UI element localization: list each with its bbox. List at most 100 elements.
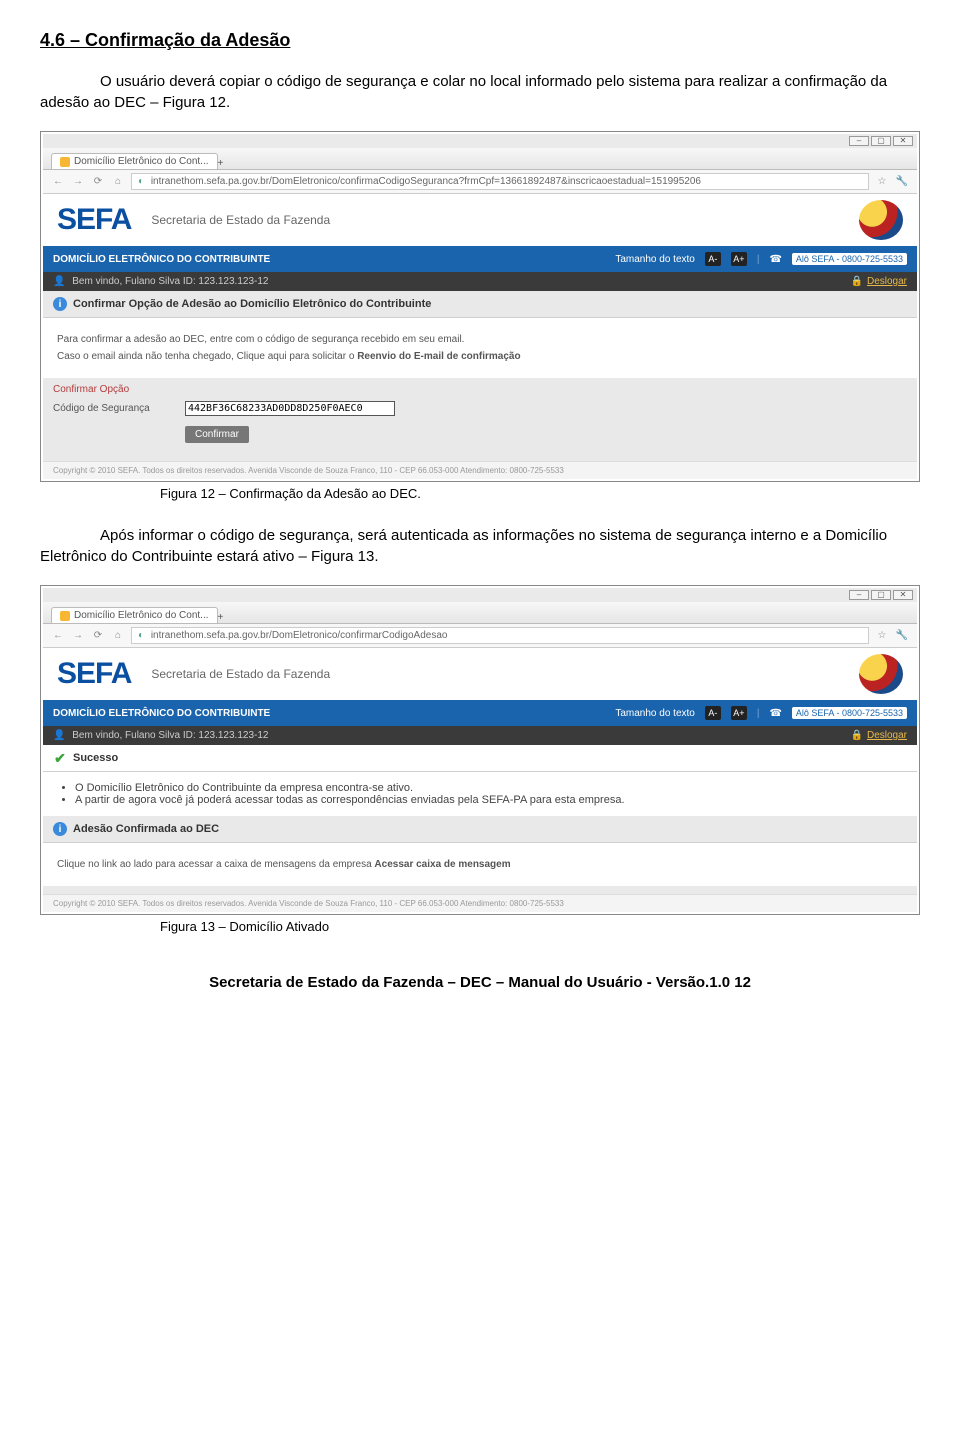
screenshot-figure-13: – ▢ ✕ Domicílio Eletrônico do Cont... + … — [40, 585, 920, 915]
favicon-icon — [60, 157, 70, 167]
blue-bar-title: DOMICÍLIO ELETRÔNICO DO CONTRIBUINTE — [53, 254, 270, 265]
forward-icon[interactable]: → — [71, 175, 85, 189]
url-bar: ← → ⟳ ⌂ ◐ intranethom.sefa.pa.gov.br/Dom… — [43, 624, 917, 648]
adesao-panel-title: Adesão Confirmada ao DEC — [73, 823, 219, 835]
logout-link[interactable]: Deslogar — [867, 276, 907, 287]
info-icon: i — [53, 822, 67, 836]
star-icon[interactable]: ☆ — [875, 175, 889, 189]
alo-sefa-label: Alô SEFA - 0800-725-5533 — [792, 253, 907, 265]
success-header: ✔ Sucesso — [43, 745, 917, 772]
blue-bar-title: DOMICÍLIO ELETRÔNICO DO CONTRIBUINTE — [53, 708, 270, 719]
home-icon[interactable]: ⌂ — [111, 175, 125, 189]
minimize-icon[interactable]: – — [849, 136, 869, 146]
check-icon: ✔ — [53, 751, 67, 765]
security-code-label: Código de Segurança — [53, 403, 173, 414]
figure-13-caption: Figura 13 – Domicílio Ativado — [160, 919, 920, 934]
adesao-panel-header: i Adesão Confirmada ao DEC — [43, 816, 917, 843]
text-larger-button[interactable]: A+ — [731, 706, 747, 720]
success-bullet-1: O Domicílio Eletrônico do Contribuinte d… — [75, 782, 903, 794]
footer-copyright: Copyright © 2010 SEFA. Todos os direitos… — [43, 894, 917, 912]
confirm-panel: i Confirmar Opção de Adesão ao Domicílio… — [43, 291, 917, 461]
success-panel: ✔ Sucesso O Domicílio Eletrônico do Cont… — [43, 745, 917, 894]
adesao-text: Clique no link ao lado para acessar a ca… — [57, 859, 903, 870]
heading-4-6: 4.6 – Confirmação da Adesão — [40, 30, 920, 51]
url-text: intranethom.sefa.pa.gov.br/DomEletronico… — [151, 176, 701, 187]
blue-nav-bar: DOMICÍLIO ELETRÔNICO DO CONTRIBUINTE Tam… — [43, 246, 917, 272]
browser-tab[interactable]: Domicílio Eletrônico do Cont... — [51, 607, 218, 623]
sefa-subtitle: Secretaria de Estado da Fazenda — [151, 667, 859, 681]
close-icon[interactable]: ✕ — [893, 590, 913, 600]
success-body: O Domicílio Eletrônico do Contribuinte d… — [43, 772, 917, 816]
welcome-text: Bem vindo, Fulano Silva ID: 123.123.123-… — [72, 730, 268, 741]
back-icon[interactable]: ← — [51, 629, 65, 643]
welcome-text: Bem vindo, Fulano Silva ID: 123.123.123-… — [72, 276, 268, 287]
text-smaller-button[interactable]: A- — [705, 252, 721, 266]
tab-title: Domicílio Eletrônico do Cont... — [74, 156, 209, 167]
confirm-button[interactable]: Confirmar — [185, 426, 249, 443]
text-smaller-button[interactable]: A- — [705, 706, 721, 720]
footer-copyright: Copyright © 2010 SEFA. Todos os direitos… — [43, 461, 917, 479]
lock-icon: 🔒 — [851, 276, 863, 287]
url-bar: ← → ⟳ ⌂ ◐ intranethom.sefa.pa.gov.br/Dom… — [43, 170, 917, 194]
user-icon: 👤 — [53, 276, 65, 287]
confirm-panel-title: Confirmar Opção de Adesão ao Domicílio E… — [73, 298, 431, 310]
address-field[interactable]: ◐ intranethom.sefa.pa.gov.br/DomEletroni… — [131, 627, 869, 644]
confirm-panel-body: Para confirmar a adesão ao DEC, entre co… — [43, 318, 917, 378]
window-controls: – ▢ ✕ — [43, 588, 917, 602]
sefa-subtitle: Secretaria de Estado da Fazenda — [151, 213, 859, 227]
new-tab-button[interactable]: + — [218, 612, 224, 623]
star-icon[interactable]: ☆ — [875, 629, 889, 643]
maximize-icon[interactable]: ▢ — [871, 136, 891, 146]
globe-icon: ◐ — [138, 176, 144, 187]
wrench-icon[interactable]: 🔧 — [895, 629, 909, 643]
page-header: SEFA Secretaria de Estado da Fazenda — [43, 648, 917, 700]
success-bullet-2: A partir de agora você já poderá acessar… — [75, 794, 903, 806]
page-number: 12 — [734, 974, 751, 991]
lock-icon: 🔒 — [851, 730, 863, 741]
reload-icon[interactable]: ⟳ — [91, 175, 105, 189]
resend-link[interactable]: Reenvio do E-mail de confirmação — [357, 351, 520, 362]
page-header: SEFA Secretaria de Estado da Fazenda — [43, 194, 917, 246]
sefa-logo: SEFA — [57, 657, 131, 691]
phone-icon: ☎ — [769, 254, 781, 265]
phone-icon: ☎ — [769, 708, 781, 719]
crest-icon — [859, 654, 903, 694]
forward-icon[interactable]: → — [71, 629, 85, 643]
back-icon[interactable]: ← — [51, 175, 65, 189]
maximize-icon[interactable]: ▢ — [871, 590, 891, 600]
crest-icon — [859, 200, 903, 240]
security-code-input[interactable] — [185, 401, 395, 416]
url-text: intranethom.sefa.pa.gov.br/DomEletronico… — [151, 630, 448, 641]
user-bar: 👤 Bem vindo, Fulano Silva ID: 123.123.12… — [43, 272, 917, 291]
browser-tab[interactable]: Domicílio Eletrônico do Cont... — [51, 153, 218, 169]
text-size-label: Tamanho do texto — [615, 254, 695, 265]
close-icon[interactable]: ✕ — [893, 136, 913, 146]
favicon-icon — [60, 611, 70, 621]
confirm-text-1: Para confirmar a adesão ao DEC, entre co… — [57, 334, 903, 345]
access-inbox-link[interactable]: Acessar caixa de mensagem — [374, 859, 510, 870]
address-field[interactable]: ◐ intranethom.sefa.pa.gov.br/DomEletroni… — [131, 173, 869, 190]
info-icon: i — [53, 297, 67, 311]
minimize-icon[interactable]: – — [849, 590, 869, 600]
browser-tabs: Domicílio Eletrônico do Cont... + — [43, 602, 917, 624]
user-bar: 👤 Bem vindo, Fulano Silva ID: 123.123.12… — [43, 726, 917, 745]
confirm-panel-header: i Confirmar Opção de Adesão ao Domicílio… — [43, 291, 917, 318]
blue-nav-bar: DOMICÍLIO ELETRÔNICO DO CONTRIBUINTE Tam… — [43, 700, 917, 726]
user-icon: 👤 — [53, 730, 65, 741]
sefa-logo: SEFA — [57, 203, 131, 237]
window-controls: – ▢ ✕ — [43, 134, 917, 148]
confirm-text-2: Caso o email ainda não tenha chegado, Cl… — [57, 351, 903, 362]
logout-link[interactable]: Deslogar — [867, 730, 907, 741]
wrench-icon[interactable]: 🔧 — [895, 175, 909, 189]
new-tab-button[interactable]: + — [218, 158, 224, 169]
alo-sefa-label: Alô SEFA - 0800-725-5533 — [792, 707, 907, 719]
reload-icon[interactable]: ⟳ — [91, 629, 105, 643]
browser-tabs: Domicílio Eletrônico do Cont... + — [43, 148, 917, 170]
globe-icon: ◐ — [138, 630, 144, 641]
home-icon[interactable]: ⌂ — [111, 629, 125, 643]
success-title: Sucesso — [73, 752, 118, 764]
intro-paragraph-2: Após informar o código de segurança, ser… — [40, 525, 920, 567]
figure-12-caption: Figura 12 – Confirmação da Adesão ao DEC… — [160, 486, 920, 501]
text-larger-button[interactable]: A+ — [731, 252, 747, 266]
adesao-panel-body: Clique no link ao lado para acessar a ca… — [43, 843, 917, 886]
